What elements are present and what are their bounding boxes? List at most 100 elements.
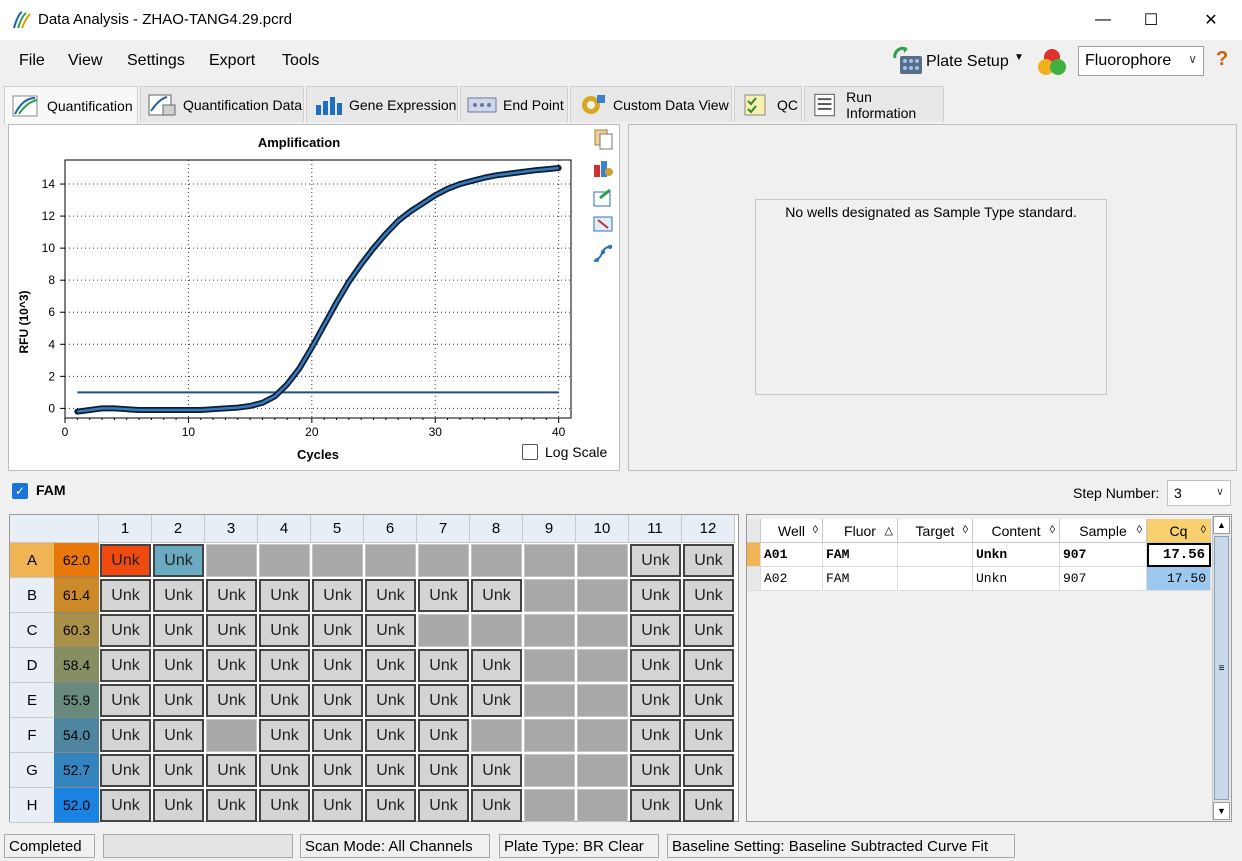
- plate-row-header[interactable]: G: [10, 753, 54, 788]
- plate-well[interactable]: Unk: [206, 649, 257, 682]
- plate-row-header[interactable]: A: [10, 543, 54, 578]
- column-header-content[interactable]: Content ◊: [973, 519, 1060, 543]
- plate-well[interactable]: [259, 544, 310, 577]
- column-header-well[interactable]: Well ◊: [761, 519, 823, 543]
- plate-well[interactable]: Unk: [683, 719, 734, 752]
- scroll-thumb[interactable]: ≡: [1214, 536, 1229, 800]
- plate-well[interactable]: Unk: [206, 789, 257, 822]
- plate-setup-button[interactable]: Plate Setup ▼: [890, 44, 1030, 78]
- plate-well[interactable]: Unk: [630, 684, 681, 717]
- plate-well[interactable]: Unk: [630, 789, 681, 822]
- plate-well[interactable]: Unk: [418, 649, 469, 682]
- column-header-fluor[interactable]: Fluor △: [823, 519, 898, 543]
- plate-well[interactable]: Unk: [206, 684, 257, 717]
- plate-column-header[interactable]: 12: [682, 515, 735, 543]
- plate-well[interactable]: Unk: [683, 544, 734, 577]
- plate-well[interactable]: Unk: [312, 719, 363, 752]
- plate-well[interactable]: Unk: [683, 614, 734, 647]
- plate-well[interactable]: Unk: [683, 649, 734, 682]
- plate-well[interactable]: Unk: [365, 614, 416, 647]
- results-scrollbar[interactable]: ▲ ≡ ▼: [1212, 516, 1230, 820]
- plate-well[interactable]: Unk: [153, 754, 204, 787]
- plate-well[interactable]: [471, 544, 522, 577]
- chart-settings-icon[interactable]: [592, 157, 614, 179]
- plate-well[interactable]: Unk: [100, 719, 151, 752]
- plate-well[interactable]: Unk: [259, 719, 310, 752]
- menu-export[interactable]: Export: [209, 52, 255, 70]
- plate-column-header[interactable]: 7: [417, 515, 470, 543]
- results-table[interactable]: Well ◊ Fluor △ Target ◊ Content ◊ Sample ◊ Cq…: [746, 514, 1232, 822]
- scroll-down-icon[interactable]: ▼: [1213, 802, 1230, 820]
- plate-well[interactable]: Unk: [630, 544, 681, 577]
- plate-well[interactable]: Unk: [206, 579, 257, 612]
- plate-well[interactable]: Unk: [312, 789, 363, 822]
- plate-well[interactable]: [524, 579, 575, 612]
- plate-well[interactable]: [524, 754, 575, 787]
- plate-well[interactable]: Unk: [153, 719, 204, 752]
- plate-well[interactable]: Unk: [418, 579, 469, 612]
- step-number-select[interactable]: 3 ∨: [1167, 480, 1231, 506]
- plate-well[interactable]: Unk: [206, 614, 257, 647]
- plate-well[interactable]: [577, 614, 628, 647]
- plate-well[interactable]: Unk: [100, 754, 151, 787]
- plate-well[interactable]: Unk: [153, 544, 204, 577]
- plate-column-header[interactable]: 1: [99, 515, 152, 543]
- plate-column-header[interactable]: 11: [629, 515, 682, 543]
- plate-well[interactable]: Unk: [312, 649, 363, 682]
- plate-well[interactable]: Unk: [259, 614, 310, 647]
- plate-well[interactable]: Unk: [153, 649, 204, 682]
- fam-checkbox[interactable]: ✓: [12, 483, 28, 499]
- plate-well[interactable]: Unk: [206, 754, 257, 787]
- tab-quantification[interactable]: Quantification: [4, 86, 138, 124]
- plate-well[interactable]: Unk: [471, 684, 522, 717]
- plate-well[interactable]: Unk: [471, 789, 522, 822]
- plate-column-header[interactable]: 3: [205, 515, 258, 543]
- plate-well[interactable]: [577, 754, 628, 787]
- plate-well[interactable]: [577, 544, 628, 577]
- plate-column-header[interactable]: 4: [258, 515, 311, 543]
- plate-well[interactable]: Unk: [259, 754, 310, 787]
- log-scale-checkbox[interactable]: [522, 444, 538, 460]
- export-chart-icon[interactable]: [592, 186, 614, 208]
- curve-fit-icon[interactable]: [592, 243, 614, 265]
- well-group-icon[interactable]: [1036, 46, 1068, 78]
- plate-well[interactable]: [524, 649, 575, 682]
- menu-settings[interactable]: Settings: [127, 52, 185, 70]
- plate-well[interactable]: Unk: [365, 719, 416, 752]
- plate-row-header[interactable]: F: [10, 718, 54, 753]
- plate-row-header[interactable]: C: [10, 613, 54, 648]
- plate-row-header[interactable]: B: [10, 578, 54, 613]
- scroll-up-icon[interactable]: ▲: [1213, 516, 1230, 534]
- plate-well[interactable]: Unk: [683, 754, 734, 787]
- plate-well[interactable]: Unk: [312, 684, 363, 717]
- plate-well[interactable]: [312, 544, 363, 577]
- plate-well[interactable]: Unk: [471, 579, 522, 612]
- plate-well[interactable]: Unk: [630, 719, 681, 752]
- tab-run-information[interactable]: Run Information: [804, 86, 944, 122]
- plate-well[interactable]: [365, 544, 416, 577]
- menu-tools[interactable]: Tools: [282, 52, 319, 70]
- plate-well[interactable]: [577, 649, 628, 682]
- column-header-sample[interactable]: Sample ◊: [1060, 519, 1147, 543]
- tab-gene-expression[interactable]: Gene Expression: [306, 86, 458, 122]
- plate-well[interactable]: [524, 684, 575, 717]
- plate-column-header[interactable]: 5: [311, 515, 364, 543]
- plate-column-header[interactable]: 10: [576, 515, 629, 543]
- plate-well[interactable]: Unk: [312, 614, 363, 647]
- plate-well[interactable]: Unk: [418, 754, 469, 787]
- help-icon[interactable]: ?: [1216, 48, 1228, 71]
- plate-well[interactable]: Unk: [365, 754, 416, 787]
- maximize-button[interactable]: ☐: [1128, 0, 1174, 40]
- plate-column-header[interactable]: 8: [470, 515, 523, 543]
- menu-file[interactable]: File: [19, 52, 45, 70]
- plate-well[interactable]: Unk: [259, 789, 310, 822]
- plate-well[interactable]: [524, 719, 575, 752]
- tab-quantification-data[interactable]: Quantification Data: [140, 86, 304, 122]
- plate-well[interactable]: [577, 719, 628, 752]
- plate-well[interactable]: Unk: [630, 649, 681, 682]
- plate-well[interactable]: Unk: [365, 649, 416, 682]
- menu-view[interactable]: View: [68, 52, 102, 70]
- plate-well[interactable]: Unk: [418, 789, 469, 822]
- amplification-chart[interactable]: Amplification Cycles RFU (10^3) 0 10 20 30 4…: [9, 125, 589, 470]
- plate-view[interactable]: 1 2 3 4 5 6 7 8 9 10 11 12 A 62.0 Unk Unk Unk Unk B 61.4 Unk…: [9, 514, 739, 823]
